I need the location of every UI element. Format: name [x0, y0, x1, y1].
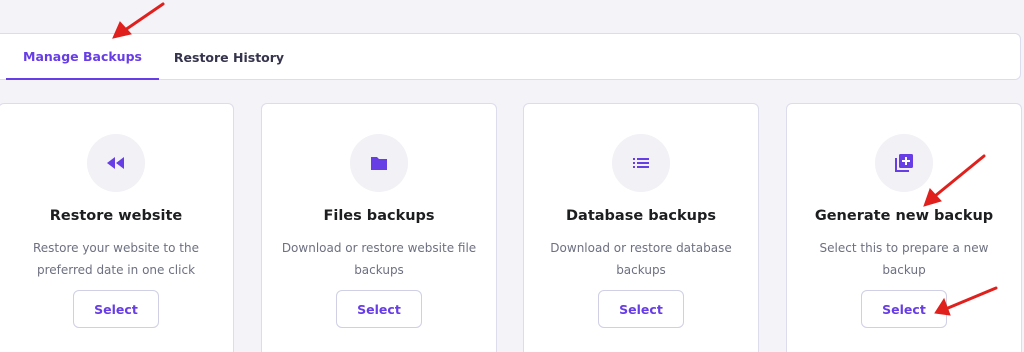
backup-tabs: Manage Backups Restore History: [0, 33, 1021, 80]
generate-new-backup-card: Generate new backup Select this to prepa…: [786, 103, 1022, 352]
restore-website-select-button[interactable]: Select: [73, 290, 159, 328]
add-library-icon: [875, 134, 933, 192]
files-backups-select-button[interactable]: Select: [336, 290, 422, 328]
generate-new-backup-select-button[interactable]: Select: [861, 290, 947, 328]
card-description: Select this to prepare a new backup: [819, 241, 989, 277]
tab-manage-backups[interactable]: Manage Backups: [6, 34, 159, 80]
rewind-icon: [87, 134, 145, 192]
list-icon: [612, 134, 670, 192]
database-backups-select-button[interactable]: Select: [598, 290, 684, 328]
card-title: Generate new backup: [814, 208, 994, 224]
card-description: Download or restore website file backups: [281, 241, 477, 277]
card-title: Restore website: [49, 208, 183, 224]
card-title: Database backups: [566, 208, 716, 224]
folder-icon: [350, 134, 408, 192]
restore-website-card: Restore website Restore your website to …: [0, 103, 234, 352]
card-title: Files backups: [323, 208, 435, 224]
card-description: Download or restore database backups: [550, 241, 732, 277]
database-backups-card: Database backups Download or restore dat…: [523, 103, 759, 352]
files-backups-card: Files backups Download or restore websit…: [261, 103, 497, 352]
card-description: Restore your website to the preferred da…: [32, 241, 199, 277]
tab-restore-history[interactable]: Restore History: [170, 34, 288, 80]
